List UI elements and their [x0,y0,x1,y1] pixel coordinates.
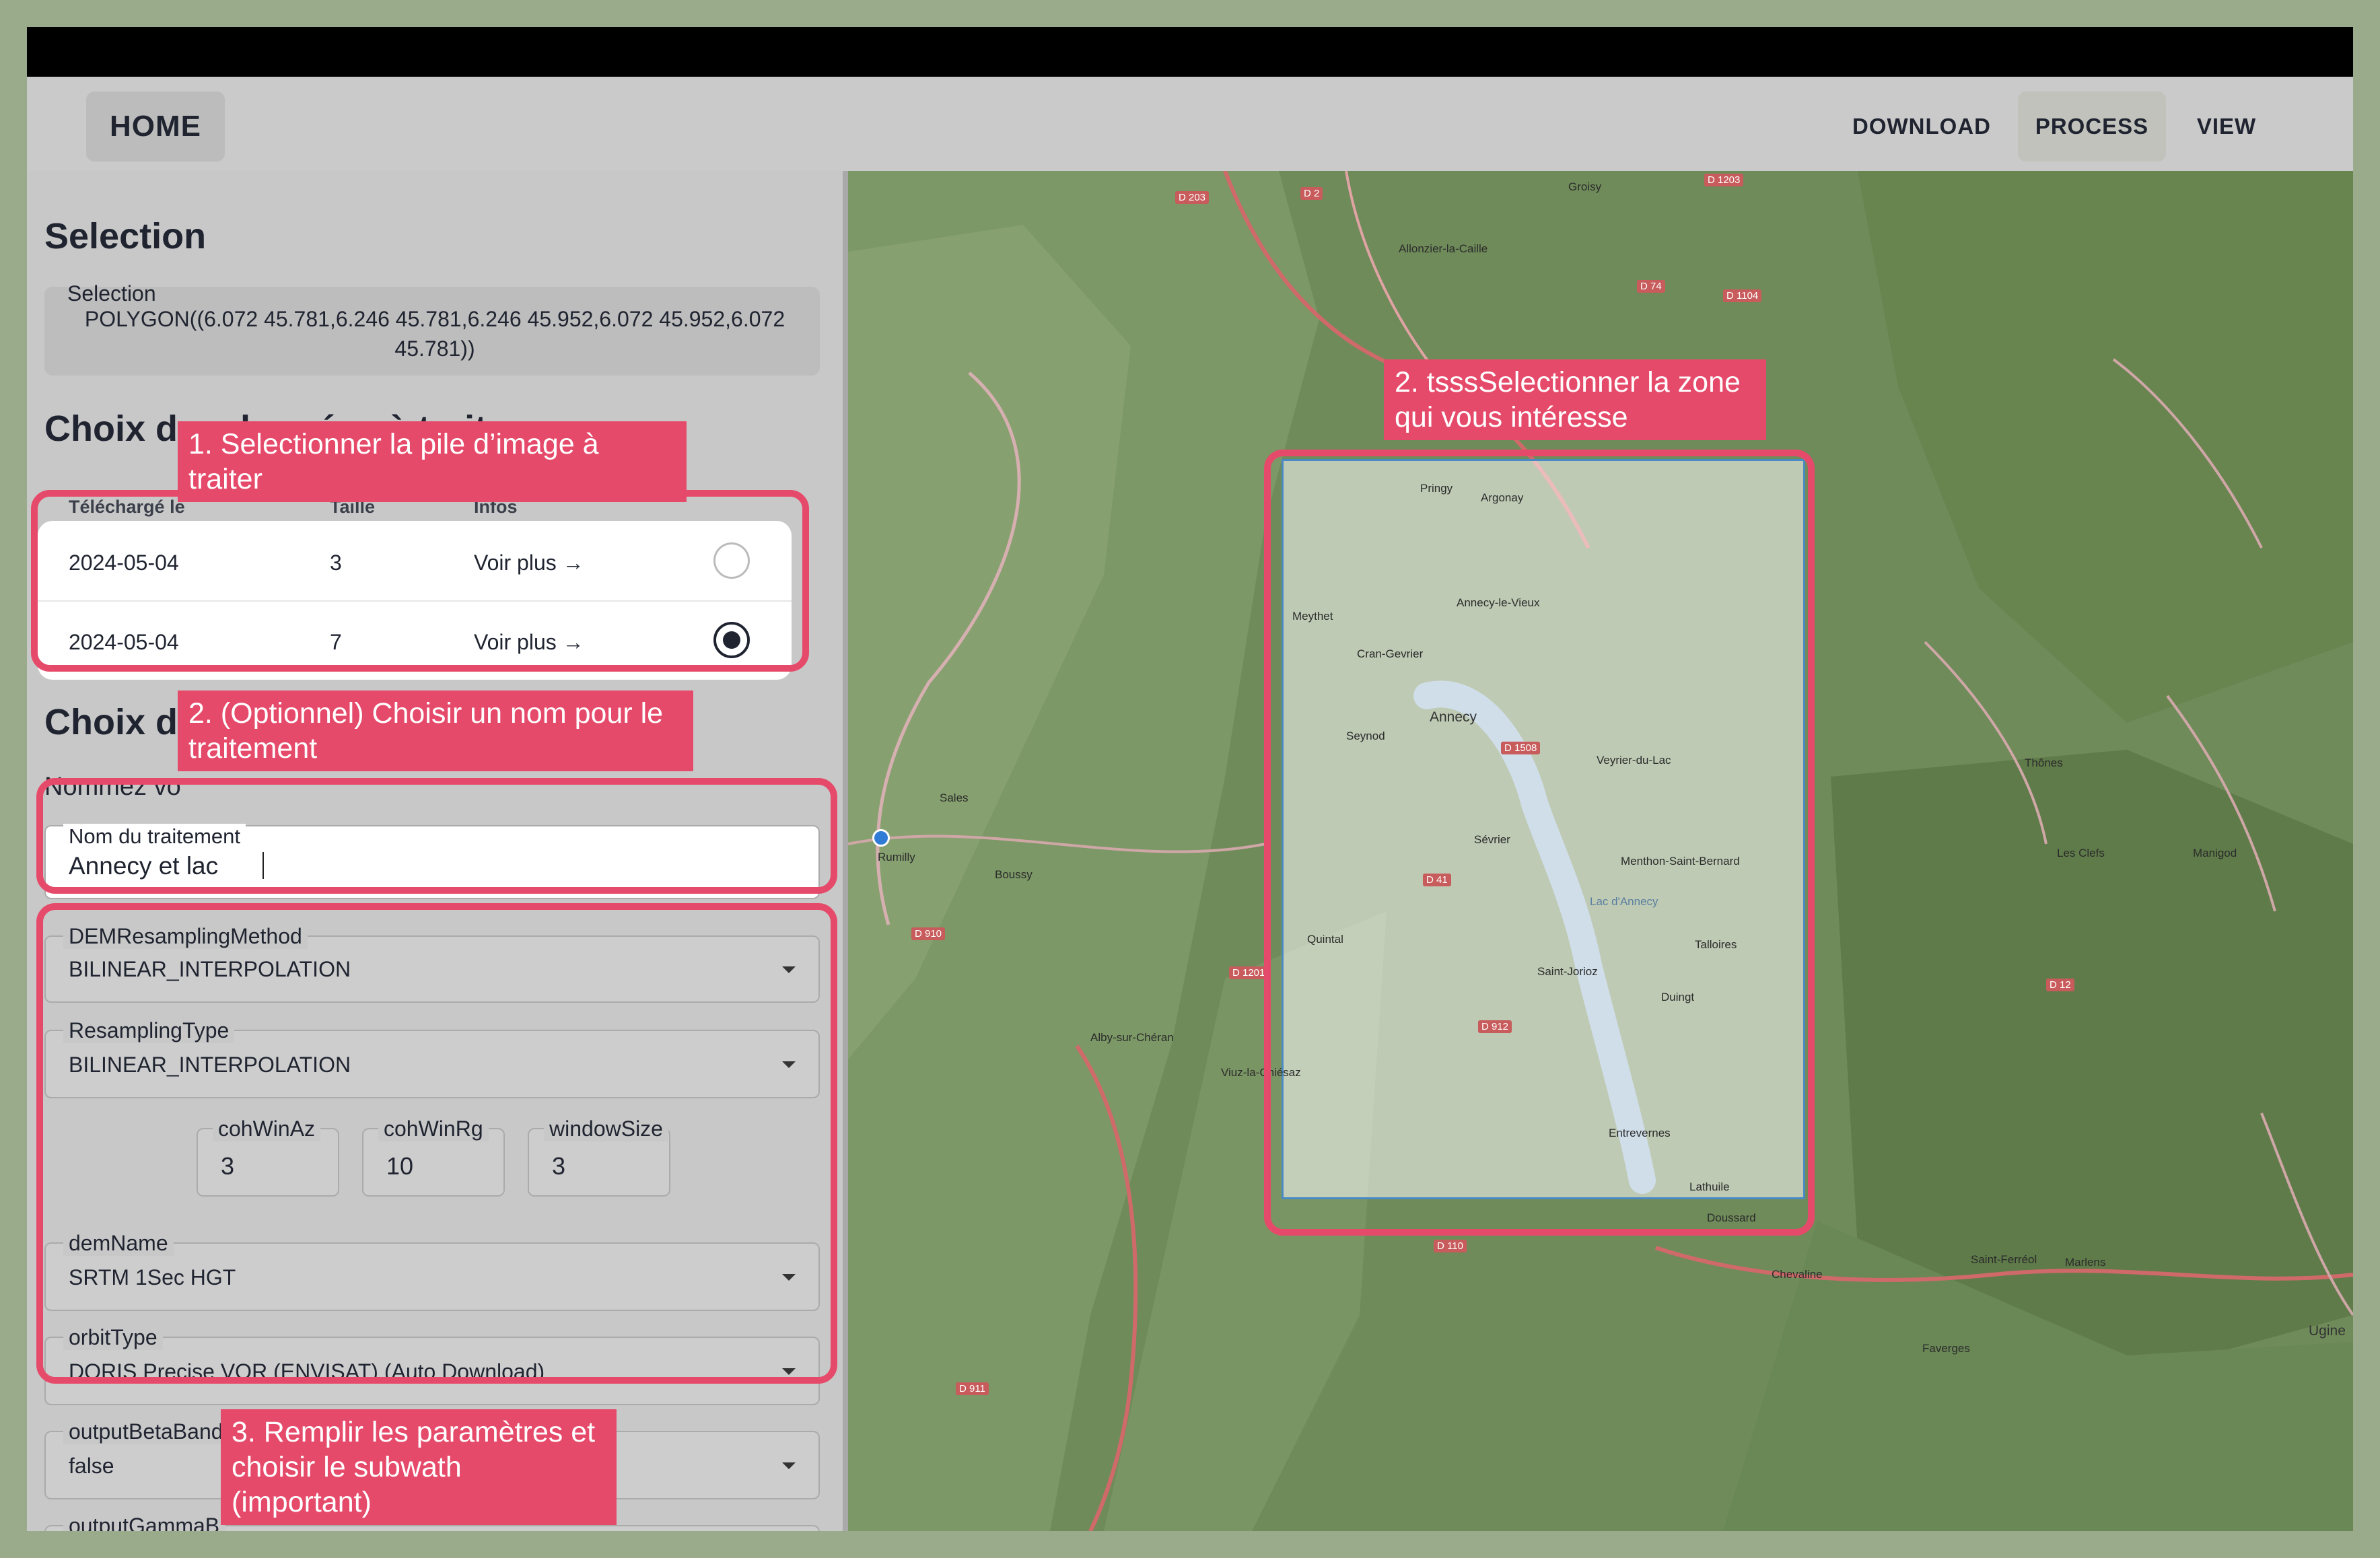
app-window: HOME DOWNLOAD PROCESS VIEW Selection Sel… [27,27,2353,1531]
selection-label: Selection [67,281,156,306]
title-bar [27,27,2353,77]
location-marker[interactable] [872,829,890,847]
chevron-down-icon [782,1462,796,1469]
output-gamma-label: outputGammaB [63,1513,225,1531]
params-heading: Choix d [44,702,178,742]
place-rumilly: Rumilly [878,851,915,863]
panel-divider[interactable] [843,171,848,1531]
nav-view[interactable]: VIEW [2179,92,2274,162]
place-alby: Alby-sur-Chéran [1090,1031,1174,1044]
road-d1201: D 1201 [1229,966,1269,979]
annotation-step2-zone: 2. tsssSelectionner la zone qui vous int… [1384,359,1766,440]
annotation-step2-name: 2. (Optionnel) Choisir un nom pour le tr… [178,691,693,771]
place-thones: Thônes [2025,756,2063,769]
home-button[interactable]: HOME [86,92,225,162]
road-d2: D 2 [1300,187,1323,200]
output-beta-label: outputBetaBand [63,1419,229,1444]
place-boussy: Boussy [995,868,1032,881]
place-chevaline: Chevaline [1772,1268,1823,1281]
place-les-clefs: Les Clefs [2057,847,2105,859]
output-beta-value: false [69,1454,114,1478]
place-manigod: Manigod [2193,847,2237,859]
highlight-params [36,903,837,1384]
place-saint-ferreol: Saint-Ferréol [1971,1253,2037,1266]
road-d12: D 12 [2046,979,2074,991]
place-sales: Sales [940,791,969,804]
road-d1203: D 1203 [1704,174,1744,186]
road-d203: D 203 [1175,191,1210,204]
place-allonzier: Allonzier-la-Caille [1399,242,1488,255]
output-gamma-select[interactable]: outputGammaB false [44,1513,820,1531]
selection-value: POLYGON((6.072 45.781,6.246 45.781,6.246… [84,307,785,361]
place-faverges: Faverges [1922,1342,1970,1355]
nav-process[interactable]: PROCESS [2018,92,2166,162]
highlight-map-zone [1264,450,1815,1236]
annotation-step3: 3. Remplir les paramètres et choisir le … [221,1409,617,1525]
place-groisy: Groisy [1568,180,1602,193]
top-navbar: HOME DOWNLOAD PROCESS VIEW [27,77,2353,171]
road-d1104: D 1104 [1723,289,1762,302]
selection-field[interactable]: Selection POLYGON((6.072 45.781,6.246 45… [44,281,820,376]
road-d110: D 110 [1434,1240,1467,1252]
road-d74: D 74 [1637,280,1665,293]
road-d911: D 911 [956,1382,989,1395]
highlight-table [31,490,809,672]
selection-heading: Selection [44,216,207,256]
place-ugine: Ugine [2309,1323,2346,1339]
nav-download[interactable]: DOWNLOAD [1831,92,2013,162]
highlight-name-field [36,778,837,894]
annotation-step1: 1. Selectionner la pile d’image à traite… [178,421,687,502]
road-d910: D 910 [911,927,946,940]
place-marlens: Marlens [2065,1256,2106,1269]
